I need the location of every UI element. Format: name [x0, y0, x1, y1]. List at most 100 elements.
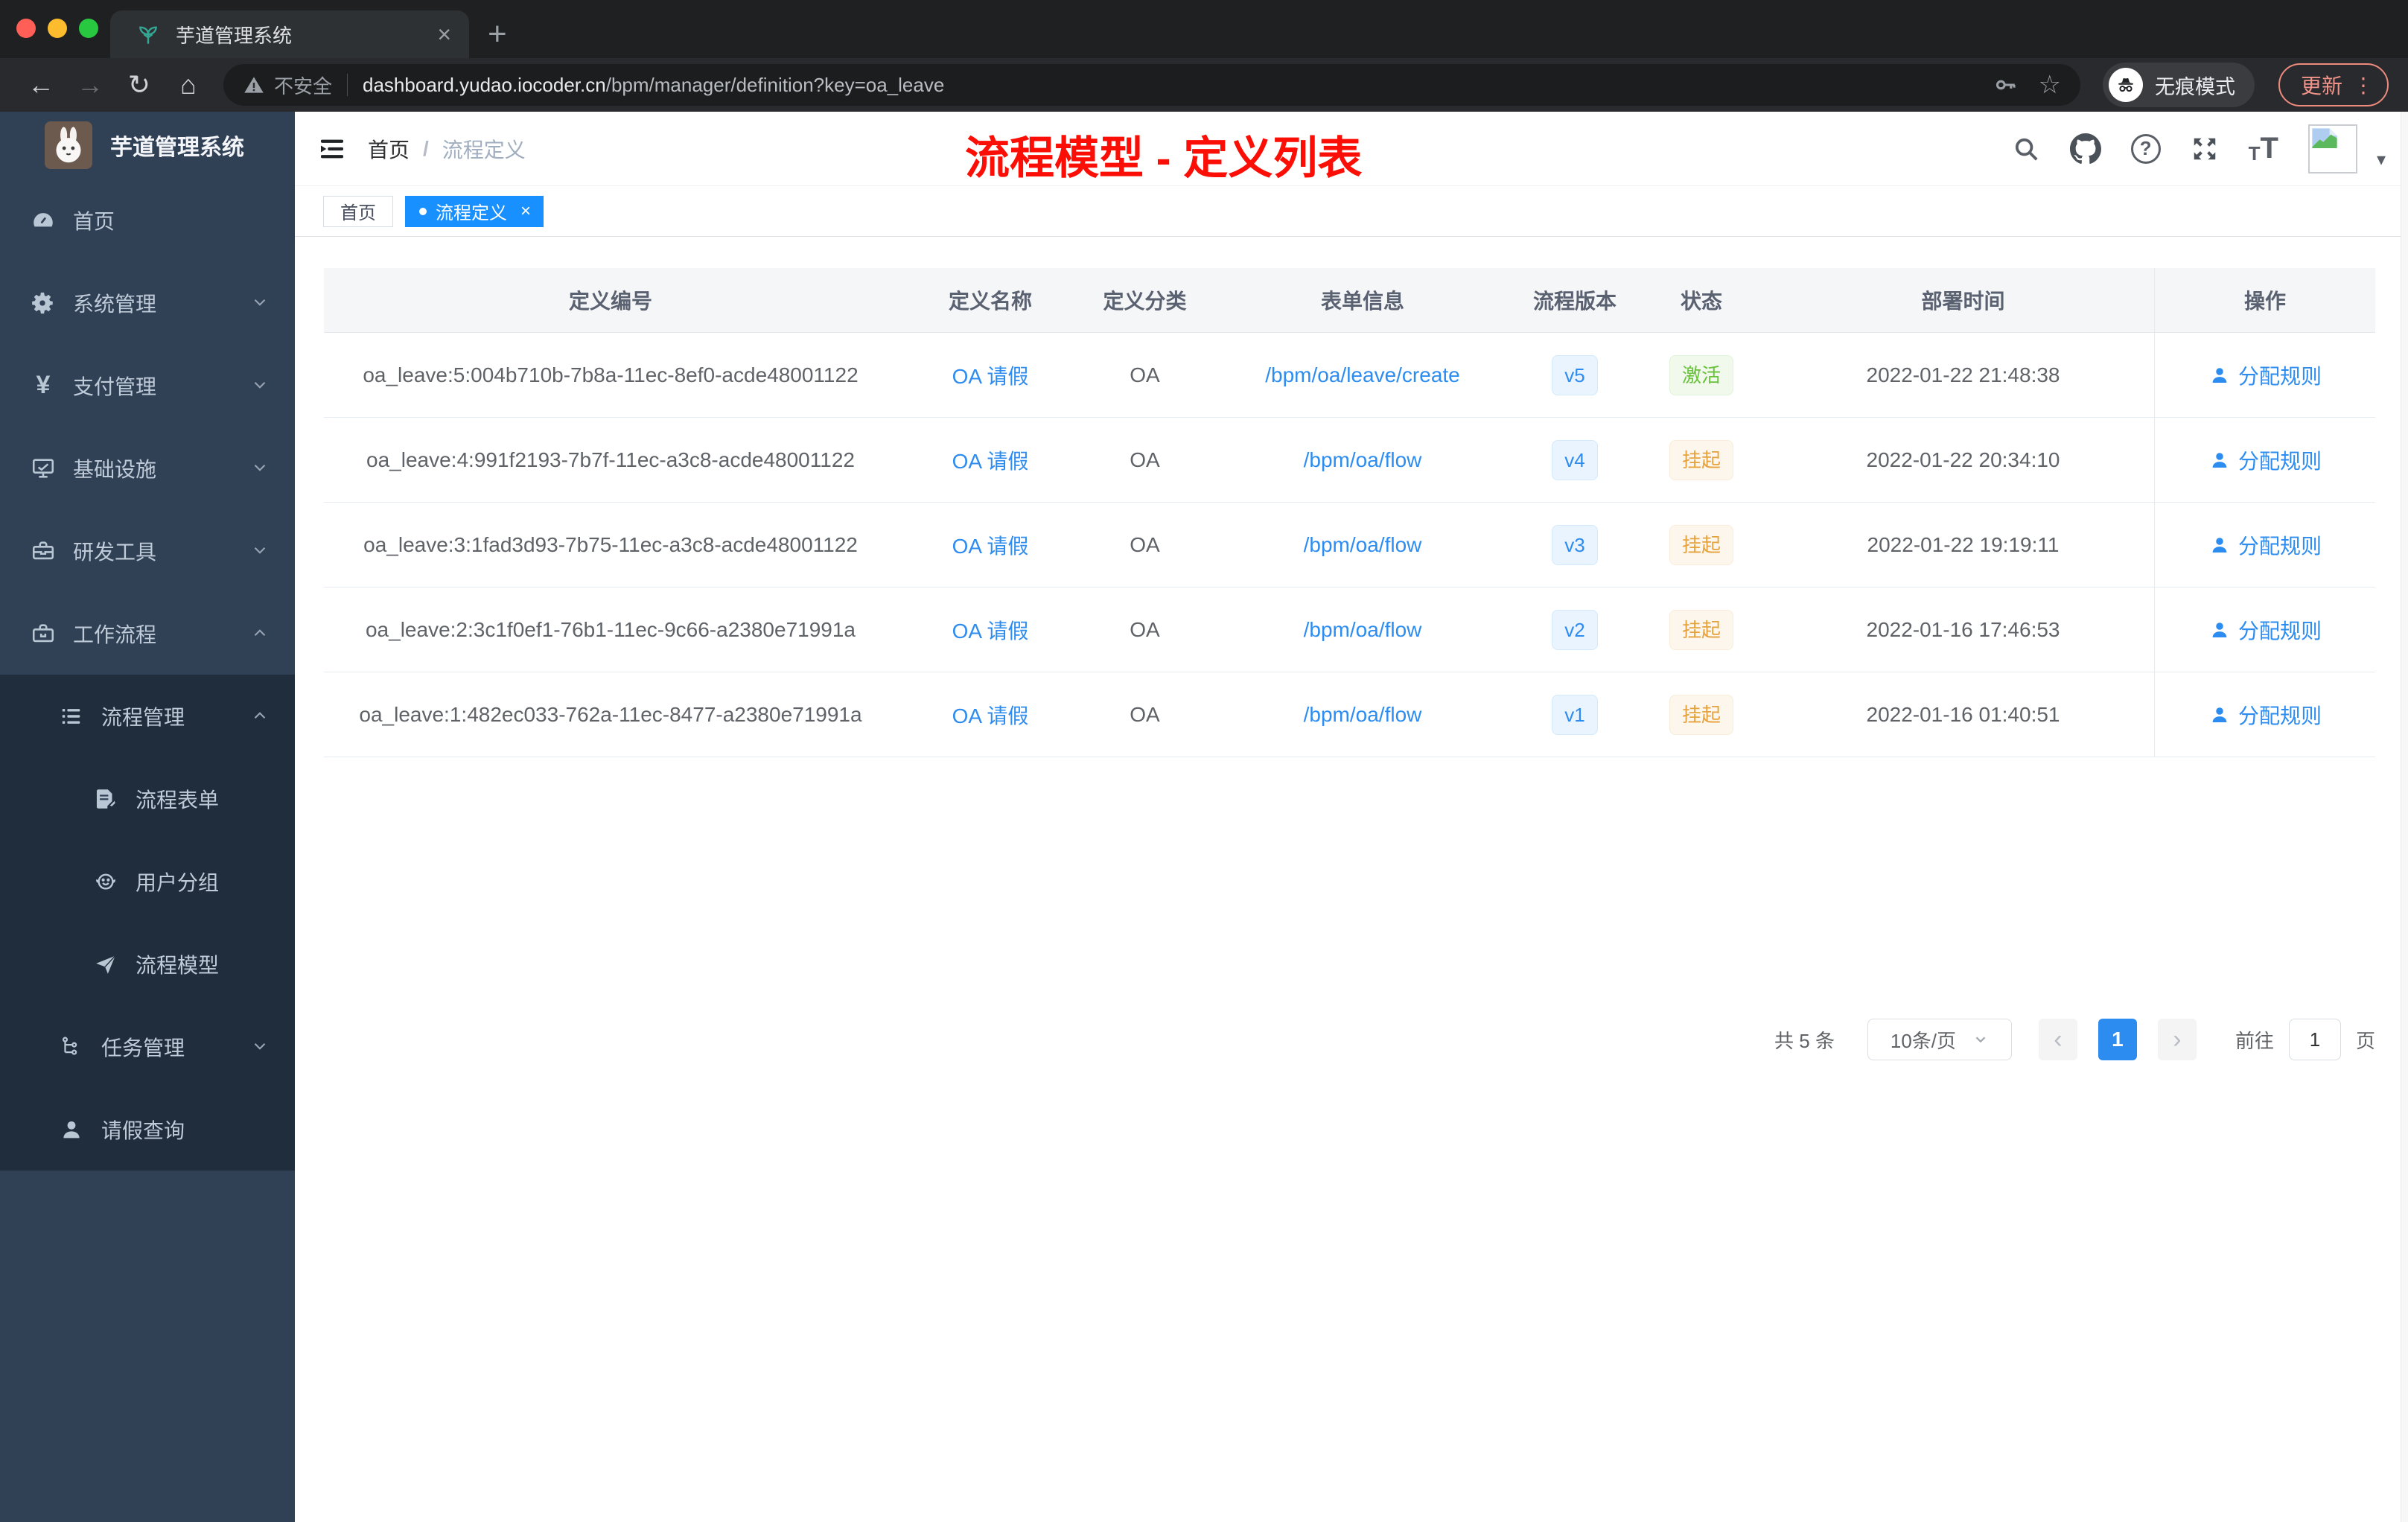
- url-domain: dashboard.yudao.iocoder.cn: [363, 73, 606, 96]
- form-link[interactable]: /bpm/oa/flow: [1206, 448, 1519, 472]
- table-header: 定义编号 定义名称 定义分类 表单信息 流程版本 状态 部署时间 操作: [324, 268, 2375, 333]
- sidebar-item-system[interactable]: 系统管理: [0, 261, 295, 344]
- form-link[interactable]: /bpm/oa/leave/create: [1206, 363, 1519, 387]
- goto-label: 前往: [2235, 1029, 2274, 1052]
- sidebar-item-dev-tools[interactable]: 研发工具: [0, 509, 295, 592]
- sidebar-item-process-mgmt[interactable]: 流程管理: [0, 675, 295, 757]
- window-controls: [16, 19, 98, 38]
- prev-page-button[interactable]: ‹: [2038, 1019, 2077, 1060]
- assign-rule-button[interactable]: 分配规则: [2208, 700, 2322, 730]
- tag-process-definition[interactable]: 流程定义 ×: [405, 195, 544, 227]
- breadcrumb-home[interactable]: 首页: [368, 134, 410, 164]
- assign-rule-button[interactable]: 分配规则: [2208, 445, 2322, 475]
- sidebar-item-task-mgmt[interactable]: 任务管理: [0, 1005, 295, 1088]
- assign-rule-button[interactable]: 分配规则: [2208, 615, 2322, 645]
- incognito-icon: [2108, 68, 2143, 102]
- annotation-title: 流程模型 - 定义列表: [965, 133, 1363, 183]
- font-size-icon[interactable]: TT: [2249, 132, 2278, 165]
- sidebar-item-leave-query[interactable]: 请假查询: [0, 1088, 295, 1171]
- col-header: 状态: [1680, 290, 1722, 313]
- table-row: oa_leave:2:3c1f0ef1-76b1-11ec-9c66-a2380…: [324, 588, 2375, 672]
- definition-category: OA: [1130, 702, 1160, 726]
- sidebar-item-home[interactable]: 首页: [0, 179, 295, 261]
- sidebar-item-label: 用户分组: [136, 870, 220, 894]
- dashboard-icon: [30, 208, 57, 233]
- definition-name-link[interactable]: OA 请假: [897, 445, 1083, 475]
- next-page-button[interactable]: ›: [2157, 1019, 2197, 1060]
- browser-tab[interactable]: 芋道管理系统 ×: [110, 10, 469, 58]
- tag-home[interactable]: 首页: [323, 195, 393, 227]
- status-badge: 挂起: [1669, 609, 1733, 650]
- chevron-down-icon: [250, 458, 270, 477]
- fullscreen-icon[interactable]: [2191, 135, 2219, 163]
- sidebar-item-user-group[interactable]: 用户分组: [0, 840, 295, 923]
- assign-rule-button[interactable]: 分配规则: [2208, 360, 2322, 390]
- incognito-badge: 无痕模式: [2102, 63, 2255, 107]
- sidebar-item-label: 首页: [73, 209, 115, 233]
- deploy-time: 2022-01-22 20:34:10: [1866, 448, 2060, 471]
- tag-close-icon[interactable]: ×: [520, 201, 531, 222]
- reload-icon[interactable]: ↻: [118, 69, 161, 101]
- help-icon[interactable]: ?: [2130, 133, 2161, 164]
- page-size-select[interactable]: 10条/页: [1867, 1019, 2012, 1060]
- definition-category: OA: [1130, 363, 1160, 386]
- key-icon[interactable]: [1993, 72, 2018, 98]
- window-close-button[interactable]: [16, 19, 36, 38]
- tab-close-icon[interactable]: ×: [437, 22, 451, 46]
- home-icon[interactable]: ⌂: [167, 69, 210, 101]
- sidebar-item-infrastructure[interactable]: 基础设施: [0, 427, 295, 509]
- breadcrumb-separator: /: [423, 136, 429, 160]
- definition-name-link[interactable]: OA 请假: [897, 530, 1083, 560]
- deploy-time: 2022-01-16 17:46:53: [1866, 617, 2060, 641]
- document-edit-icon: [92, 786, 119, 812]
- table-row: oa_leave:3:1fad3d93-7b75-11ec-a3c8-acde4…: [324, 503, 2375, 588]
- window-minimize-button[interactable]: [48, 19, 67, 38]
- search-icon[interactable]: [2012, 135, 2040, 163]
- paper-plane-icon: [92, 952, 119, 977]
- browser-toolbar: ← → ↻ ⌂ 不安全 dashboard.yudao.iocoder.cn/b…: [0, 58, 2408, 112]
- chevron-up-icon: [250, 623, 270, 643]
- breadcrumb: 首页 / 流程定义: [368, 134, 526, 164]
- avatar-caret-icon[interactable]: ▾: [2377, 149, 2386, 171]
- update-label: 更新: [2300, 74, 2342, 98]
- page-scrollbar[interactable]: [2401, 112, 2408, 1522]
- gear-icon: [30, 290, 57, 316]
- definition-name-link[interactable]: OA 请假: [897, 700, 1083, 730]
- deploy-time: 2022-01-22 21:48:38: [1866, 363, 2060, 386]
- hamburger-icon[interactable]: [317, 134, 347, 164]
- people-icon: [92, 869, 119, 894]
- avatar[interactable]: [2307, 124, 2357, 173]
- url-path: /bpm/manager/definition?key=oa_leave: [605, 73, 945, 96]
- status-badge: 挂起: [1669, 694, 1733, 735]
- bookmark-star-icon[interactable]: ☆: [2039, 70, 2061, 100]
- address-bar[interactable]: 不安全 dashboard.yudao.iocoder.cn/bpm/manag…: [223, 64, 2080, 106]
- definition-name-link[interactable]: OA 请假: [897, 615, 1083, 645]
- github-icon[interactable]: [2069, 133, 2101, 165]
- table-row: oa_leave:1:482ec033-762a-11ec-8477-a2380…: [324, 672, 2375, 757]
- back-icon[interactable]: ←: [19, 69, 63, 101]
- col-header: 定义分类: [1103, 290, 1187, 313]
- form-link[interactable]: /bpm/oa/flow: [1206, 533, 1519, 557]
- sidebar-item-process-model[interactable]: 流程模型: [0, 923, 295, 1005]
- table-row: oa_leave:4:991f2193-7b7f-11ec-a3c8-acde4…: [324, 418, 2375, 503]
- sidebar-item-payment[interactable]: ¥ 支付管理: [0, 344, 295, 427]
- definition-id: oa_leave:1:482ec033-762a-11ec-8477-a2380…: [359, 702, 862, 726]
- definition-name-link[interactable]: OA 请假: [897, 360, 1083, 390]
- current-page-button[interactable]: 1: [2098, 1019, 2137, 1060]
- browser-menu-icon[interactable]: ⋮: [2353, 73, 2374, 98]
- chevron-down-icon: [250, 1037, 270, 1056]
- new-tab-button[interactable]: +: [488, 12, 507, 57]
- form-link[interactable]: /bpm/oa/flow: [1206, 703, 1519, 727]
- window-zoom-button[interactable]: [79, 19, 98, 38]
- sidebar-item-workflow[interactable]: 工作流程: [0, 592, 295, 675]
- definition-id: oa_leave:3:1fad3d93-7b75-11ec-a3c8-acde4…: [363, 532, 858, 556]
- col-header: 定义编号: [568, 290, 652, 313]
- browser-update-button[interactable]: 更新 ⋮: [2278, 63, 2389, 106]
- goto-page-input[interactable]: [2288, 1019, 2341, 1060]
- forward-icon[interactable]: →: [69, 69, 112, 101]
- assign-rule-button[interactable]: 分配规则: [2208, 530, 2322, 560]
- chevron-down-icon: [250, 375, 270, 395]
- sidebar-item-process-form[interactable]: 流程表单: [0, 757, 295, 840]
- form-link[interactable]: /bpm/oa/flow: [1206, 618, 1519, 642]
- yen-icon: ¥: [36, 371, 51, 399]
